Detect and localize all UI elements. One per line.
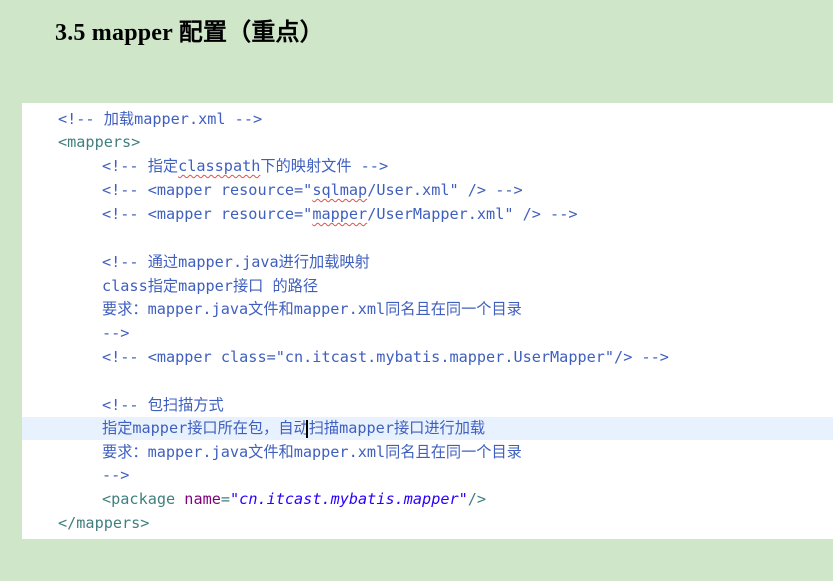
package-tag: <package [102,490,185,508]
code-line: class指定mapper接口 的路径 [22,275,833,298]
code-line: 要求：mapper.java文件和mapper.xml同名且在同一个目录 [22,298,833,321]
comment-text: <!-- <mapper resource="sqlmap/User.xml" … [102,181,523,199]
current-line: 指定mapper接口所在包，自动扫描mapper接口进行加载 [22,417,833,440]
code-editor[interactable]: <!-- 加载mapper.xml --> <mappers> <!-- 指定c… [22,103,833,539]
code-line: <!-- 指定classpath下的映射文件 --> [22,155,833,178]
code-line: 要求：mapper.java文件和mapper.xml同名且在同一个目录 [22,441,833,464]
comment-text: class指定mapper接口 的路径 [102,277,319,295]
code-line: <!-- <mapper resource="mapper/UserMapper… [22,203,833,226]
code-line: --> [22,322,833,345]
comment-text: <!-- <mapper resource="mapper/UserMapper… [102,205,578,223]
text-cursor [306,420,308,438]
comment-text: <!-- 通过mapper.java进行加载映射 [102,253,370,271]
code-line: <!-- <mapper resource="sqlmap/User.xml" … [22,179,833,202]
name-attribute: name [184,490,221,508]
code-line: <package name="cn.itcast.mybatis.mapper"… [22,488,833,511]
comment-text: --> [102,466,130,484]
comment-text: 指定mapper接口所在包，自动扫描mapper接口进行加载 [102,419,486,437]
package-element: <package name="cn.itcast.mybatis.mapper"… [102,490,487,508]
package-name-value: "cn.itcast.mybatis.mapper" [230,490,468,508]
comment-text: --> [102,324,130,342]
code-line: --> [22,464,833,487]
code-line: </mappers> [22,512,833,535]
comment-text: <!-- 加载mapper.xml --> [58,110,263,128]
code-line: <mappers> [22,131,833,154]
code-line: <!-- 通过mapper.java进行加载映射 [22,251,833,274]
comment-text: <!-- <mapper class="cn.itcast.mybatis.ma… [102,348,669,366]
mappers-close-tag: </mappers> [58,514,150,532]
mappers-open-tag: <mappers> [58,133,141,151]
comment-text: 要求：mapper.java文件和mapper.xml同名且在同一个目录 [102,300,522,318]
comment-text: <!-- 指定classpath下的映射文件 --> [102,157,389,175]
code-line: <!-- 包扫描方式 [22,394,833,417]
code-line: <!-- <mapper class="cn.itcast.mybatis.ma… [22,346,833,369]
comment-text: 要求：mapper.java文件和mapper.xml同名且在同一个目录 [102,443,522,461]
section-heading: 3.5 mapper 配置（重点） [55,20,324,46]
comment-text: <!-- 包扫描方式 [102,396,224,414]
code-line: <!-- 加载mapper.xml --> [22,108,833,131]
